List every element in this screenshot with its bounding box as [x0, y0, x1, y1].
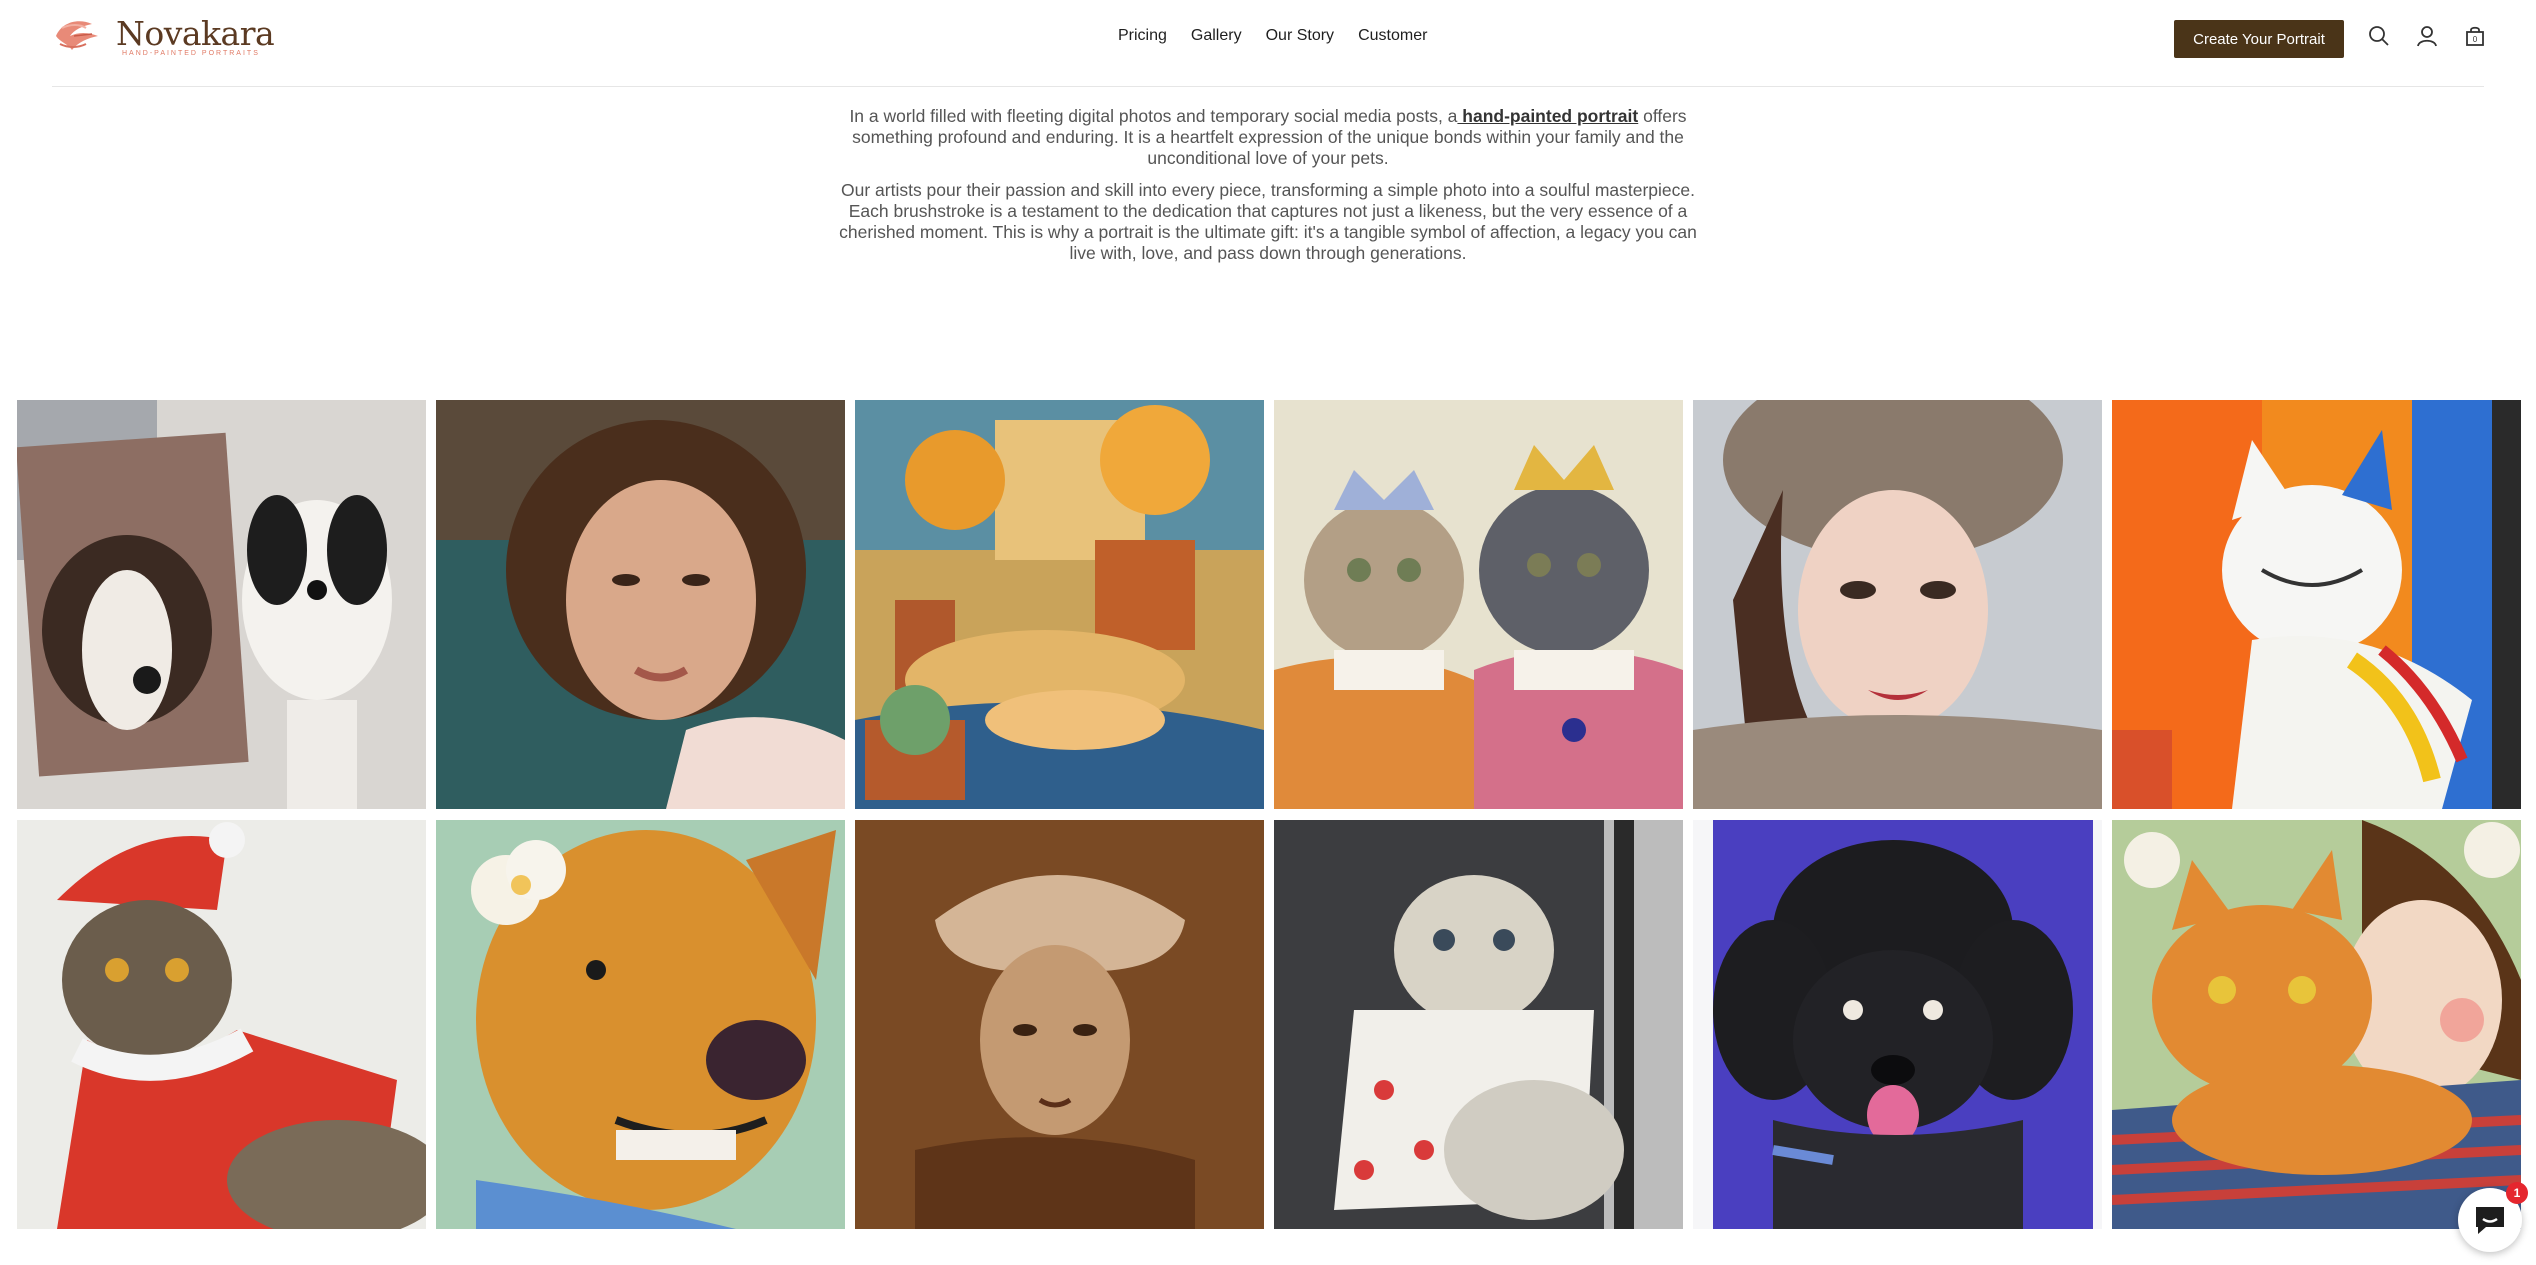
chat-icon	[2476, 1207, 2504, 1234]
gallery-image-colorful-cat[interactable]	[2112, 400, 2521, 809]
brand-logo[interactable]: Novakara HAND-PAINTED PORTRAITS	[52, 13, 275, 58]
svg-text:0: 0	[2473, 35, 2478, 44]
search-icon[interactable]	[2368, 25, 2390, 47]
gallery-image-woman-oil-portrait[interactable]	[436, 400, 845, 809]
portrait-gallery	[17, 400, 2521, 1229]
nav-link-customer[interactable]: Customer	[1358, 27, 1427, 45]
main-nav: Pricing Gallery Our Story Customer	[1118, 27, 1427, 45]
gallery-image-sepia-woman[interactable]	[855, 820, 1264, 1229]
gallery-image-golden-retriever[interactable]	[855, 400, 1264, 809]
gallery-image-woman-fur-hat[interactable]	[1693, 400, 2102, 809]
nav-link-our-story[interactable]: Our Story	[1266, 27, 1334, 45]
create-portrait-button[interactable]: Create Your Portrait	[2174, 20, 2344, 58]
gallery-image-royal-cats[interactable]	[1274, 400, 1683, 809]
brush-logo-icon	[56, 21, 98, 50]
gallery-image-dog-with-flower[interactable]	[436, 820, 845, 1229]
intro-paragraph-2: Our artists pour their passion and skill…	[839, 180, 1697, 263]
gallery-image-dog-portrait[interactable]	[17, 400, 426, 809]
intro-paragraph-1: In a world filled with fleeting digital …	[849, 106, 1687, 168]
chat-notification-badge: 1	[2506, 1182, 2528, 1204]
gallery-image-cat-dress[interactable]	[1274, 820, 1683, 1229]
brand-name: Novakara	[116, 13, 275, 53]
account-icon[interactable]	[2416, 25, 2438, 47]
nav-link-gallery[interactable]: Gallery	[1191, 27, 1242, 45]
hand-painted-portrait-link[interactable]: hand-painted portrait	[1457, 106, 1638, 126]
gallery-image-black-poodle[interactable]	[1693, 820, 2102, 1229]
chat-widget-button[interactable]: 1	[2458, 1182, 2528, 1252]
brand-tagline: HAND-PAINTED PORTRAITS	[122, 49, 260, 57]
cart-icon[interactable]: 0	[2464, 25, 2486, 47]
intro-text: In a world filled with fleeting digital …	[826, 106, 1710, 275]
nav-link-pricing[interactable]: Pricing	[1118, 27, 1167, 45]
gallery-image-cat-santa[interactable]	[17, 820, 426, 1229]
gallery-image-girl-orange-cat[interactable]	[2112, 820, 2521, 1229]
site-header: Novakara HAND-PAINTED PORTRAITS Pricing …	[52, 0, 2484, 87]
